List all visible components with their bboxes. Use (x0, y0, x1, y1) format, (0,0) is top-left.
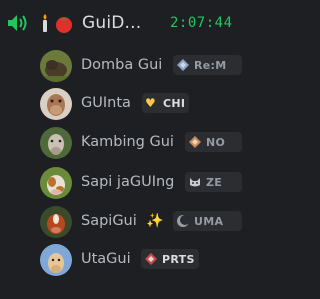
guild-tag-text: UMA (194, 214, 224, 228)
voice-member-item[interactable]: SapiGui ✨ UMA (0, 202, 242, 242)
guild-tag-text: Re:M (194, 58, 227, 72)
member-name: SapiGui (81, 213, 137, 229)
guild-tag-text: ZE (206, 175, 223, 189)
sheep-avatar (40, 50, 72, 82)
member-name: Kambing Gui (81, 134, 174, 150)
voice-member-item[interactable]: Kambing Gui NO (0, 123, 242, 163)
sparkles-icon: ✨ (146, 213, 164, 229)
channel-title[interactable]: GuiD... (82, 13, 141, 33)
voice-activity-icon[interactable] (6, 12, 30, 34)
voice-member-item[interactable]: Sapi jaGUIng ZE (0, 163, 242, 203)
camel-avatar (40, 88, 72, 120)
voice-member-item[interactable]: Domba Gui Re:M (0, 46, 242, 86)
diamond-guild-icon (189, 136, 201, 148)
guild-tag-text: CHI (163, 96, 186, 110)
yellow-heart-icon: ♥ (145, 96, 156, 110)
guild-tag: NO (185, 132, 242, 152)
member-name: Sapi jaGUIng (81, 174, 175, 190)
goat-avatar (40, 127, 72, 159)
guild-tag: ♥ CHI (142, 93, 190, 113)
elapsed-time: 2:07:44 (170, 15, 233, 31)
guild-tag-text: PRTS (162, 252, 195, 266)
llama-avatar (40, 244, 72, 276)
guild-tag: PRTS (141, 249, 199, 269)
voice-member-item[interactable]: GUInta ♥ CHI (0, 84, 242, 124)
member-name: GUInta (81, 95, 131, 111)
guild-tag: ZE (185, 172, 242, 192)
cow-avatar (40, 167, 72, 199)
tomato-icon (56, 17, 72, 33)
torch-icon (43, 14, 47, 32)
guild-tag-text: NO (206, 135, 226, 149)
member-name: UtaGui (81, 251, 131, 267)
cat-face-icon (190, 178, 200, 187)
diamond-guild-icon (145, 253, 157, 265)
channel-header: GuiD... 2:07:44 (0, 0, 242, 46)
guild-tag: UMA (173, 211, 242, 231)
member-name: Domba Gui (81, 57, 163, 73)
moon-crescent-icon (177, 215, 190, 227)
guild-tag: Re:M (173, 55, 242, 75)
voice-member-item[interactable]: UtaGui PRTS (0, 240, 242, 280)
diamond-guild-icon (177, 59, 189, 71)
red-cow-avatar (40, 206, 72, 238)
